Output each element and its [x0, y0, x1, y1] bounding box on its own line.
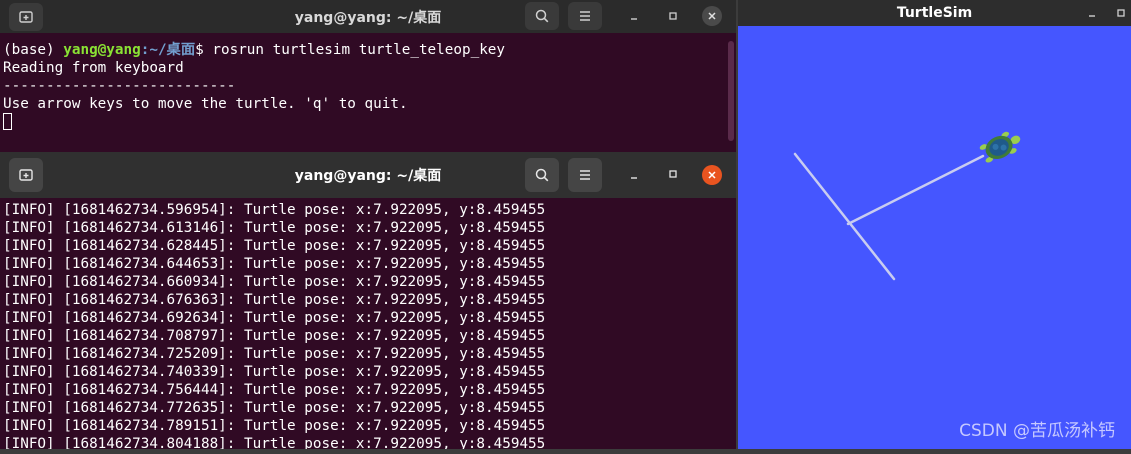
turtlesim-canvas	[738, 26, 1131, 449]
terminal-window-teleop[interactable]: yang@yang: ~/桌面 (base) yang@yang:~/桌面$ r…	[0, 0, 736, 152]
minimize-icon	[631, 18, 637, 20]
window-title: yang@yang: ~/桌面	[294, 9, 442, 26]
turtle-path-drawing	[793, 131, 1021, 281]
turtlesim-window[interactable]: TurtleSim CSDN @苦瓜汤补钙	[738, 0, 1131, 449]
new-tab-icon	[19, 11, 33, 23]
turtle-icon	[979, 131, 1021, 163]
terminal-window-pose[interactable]: yang@yang: ~/桌面 [INFO] [1681462734.59695…	[0, 152, 736, 449]
output-line: ---------------------------	[3, 78, 236, 94]
menu-button[interactable]	[568, 2, 602, 30]
window-title: yang@yang: ~/桌面	[294, 168, 442, 184]
minimize-icon	[1089, 15, 1095, 17]
maximize-button[interactable]	[1110, 2, 1131, 24]
log-line: [INFO] [1681462734.725209]: Turtle pose:…	[3, 346, 546, 362]
text-cursor	[3, 113, 12, 130]
log-line: [INFO] [1681462734.692634]: Turtle pose:…	[3, 310, 546, 326]
terminal-output[interactable]: [INFO] [1681462734.596954]: Turtle pose:…	[0, 201, 736, 449]
hamburger-menu-icon	[580, 11, 590, 21]
prompt-path: :~/桌面	[140, 42, 196, 58]
prompt-user: yang@yang	[63, 42, 141, 58]
search-button[interactable]	[525, 158, 559, 192]
minimize-button[interactable]	[1081, 2, 1103, 24]
new-tab-button[interactable]	[9, 158, 43, 192]
maximize-icon	[1117, 9, 1125, 17]
output-line: Use arrow keys to move the turtle. 'q' t…	[3, 96, 408, 112]
prompt-env: (base)	[3, 42, 64, 58]
close-button[interactable]	[702, 165, 722, 185]
minimize-button[interactable]	[623, 5, 645, 27]
log-line: [INFO] [1681462734.596954]: Turtle pose:…	[3, 202, 546, 218]
maximize-icon	[669, 12, 677, 20]
search-button[interactable]	[525, 2, 559, 30]
search-icon	[535, 168, 549, 182]
maximize-button[interactable]	[662, 163, 684, 185]
log-line: [INFO] [1681462734.789151]: Turtle pose:…	[3, 418, 546, 434]
prompt-command: $ rosrun turtlesim turtle_teleop_key	[195, 42, 506, 58]
new-tab-icon	[19, 169, 33, 181]
close-icon	[708, 12, 716, 20]
terminal-output[interactable]: (base) yang@yang:~/桌面$ rosrun turtlesim …	[0, 41, 736, 152]
terminal-titlebar[interactable]: yang@yang: ~/桌面	[0, 152, 736, 198]
close-icon	[708, 171, 716, 179]
turtle-trail	[793, 152, 985, 281]
terminal-titlebar[interactable]: yang@yang: ~/桌面	[0, 0, 736, 33]
log-line: [INFO] [1681462734.804188]: Turtle pose:…	[3, 436, 546, 449]
window-title: TurtleSim	[896, 5, 973, 21]
minimize-button[interactable]	[623, 164, 645, 186]
minimize-icon	[631, 177, 637, 179]
log-line: [INFO] [1681462734.660934]: Turtle pose:…	[3, 274, 546, 290]
log-line: [INFO] [1681462734.644653]: Turtle pose:…	[3, 256, 546, 272]
hamburger-menu-icon	[580, 170, 590, 180]
watermark: CSDN @苦瓜汤补钙	[959, 421, 1115, 441]
new-tab-button[interactable]	[9, 3, 43, 31]
log-line: [INFO] [1681462734.613146]: Turtle pose:…	[3, 220, 546, 236]
search-icon	[535, 9, 549, 23]
scrollbar[interactable]	[728, 41, 734, 141]
log-line: [INFO] [1681462734.628445]: Turtle pose:…	[3, 238, 546, 254]
close-button[interactable]	[702, 6, 722, 26]
log-line: [INFO] [1681462734.708797]: Turtle pose:…	[3, 328, 546, 344]
output-line: Reading from keyboard	[3, 60, 184, 76]
prompt-line: (base) yang@yang:~/桌面$ rosrun turtlesim …	[3, 41, 736, 59]
log-line: [INFO] [1681462734.740339]: Turtle pose:…	[3, 364, 546, 380]
maximize-button[interactable]	[662, 5, 684, 27]
log-line: [INFO] [1681462734.772635]: Turtle pose:…	[3, 400, 546, 416]
log-line: [INFO] [1681462734.756444]: Turtle pose:…	[3, 382, 546, 398]
maximize-icon	[669, 170, 677, 178]
cursor-line	[3, 113, 736, 131]
turtlesim-titlebar[interactable]: TurtleSim	[738, 0, 1131, 26]
menu-button[interactable]	[568, 158, 602, 192]
log-line: [INFO] [1681462734.676363]: Turtle pose:…	[3, 292, 546, 308]
